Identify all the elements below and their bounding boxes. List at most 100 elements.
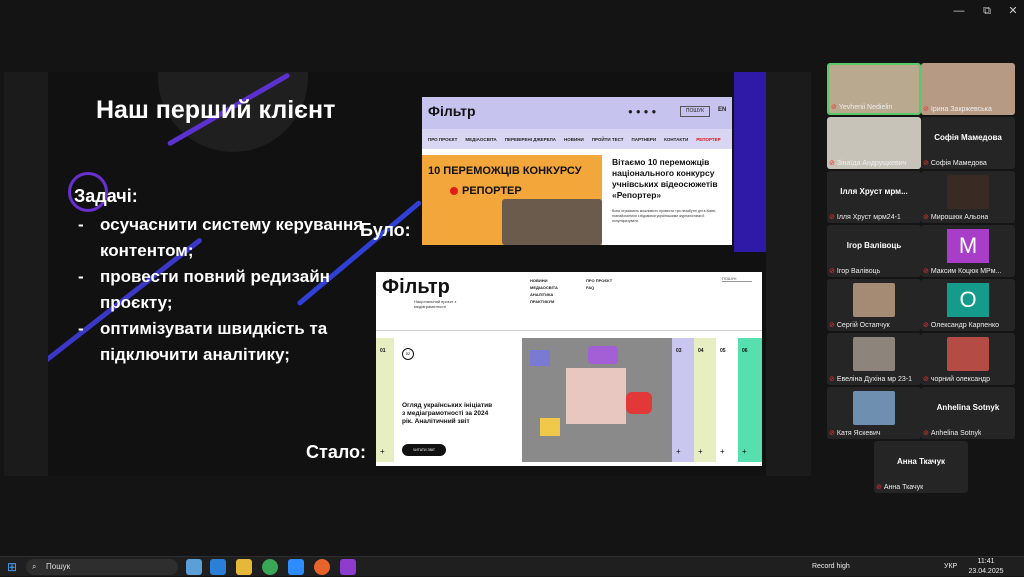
zoom-icon[interactable] <box>288 559 304 575</box>
minimize-button[interactable]: — <box>946 2 972 20</box>
old-site-screenshot: Фільтр ●●●● ПОШУК EN ПРО ПРОЄКТ МЕДІАОСВ… <box>422 97 732 245</box>
chrome-icon[interactable] <box>262 559 278 575</box>
participant-name: ⊘ Anhelina Sotnyk <box>923 430 982 437</box>
menu-item: НОВИНИ <box>530 278 548 283</box>
strip-01: 01 + <box>376 338 394 462</box>
read-report-button: ЧИТАТИ ЗВІТ <box>402 444 446 456</box>
participant-name: ⊘ Ірина Закржевська <box>923 106 992 113</box>
menu-item: FAQ <box>586 285 595 290</box>
muted-mic-icon: ⊘ <box>923 430 929 437</box>
old-site-headline: Вітаємо 10 переможців національного конк… <box>612 157 718 200</box>
menu-item: МЕДІАОСВІТА <box>530 285 558 290</box>
participant-tile[interactable]: Софія Мамедова ⊘ Софія Мамедова <box>921 117 1015 169</box>
divider <box>376 330 762 331</box>
muted-mic-icon: ⊘ <box>923 214 929 221</box>
participant-tile[interactable]: ⊘ Yevhenii Nedielin <box>827 63 921 115</box>
new-site-logo: Фільтр <box>382 276 450 298</box>
participant-tile[interactable]: ⊘ Сергій Остапчук <box>827 279 921 331</box>
task-item: - провести повний редизайн проєкту; <box>78 267 330 312</box>
participant-tile[interactable]: M ⊘ Максим Коцюк МРм... <box>921 225 1015 277</box>
task-item: - осучаснити систему керування контентом; <box>78 215 364 260</box>
app-icon[interactable] <box>340 559 356 575</box>
file-explorer-icon[interactable] <box>236 559 252 575</box>
participant-initial-avatar: M <box>947 229 989 263</box>
old-site-search: ПОШУК <box>680 106 710 117</box>
nav-item: ПЕРЕВІРЕНІ ДЖЕРЕЛА <box>504 136 556 142</box>
new-site-menu: НОВИНИ МЕДІАОСВІТА АНАЛІТИКА ПРАКТИКУМ <box>530 277 558 305</box>
participant-tile[interactable]: ⊘ Зінаїда Андрущкевич <box>827 117 921 169</box>
presentation-slide: Наш перший клієнт Задачі: - осучаснити си… <box>48 72 766 476</box>
menu-item: АНАЛІТИКА <box>530 292 554 297</box>
taskbar: ⊞ ⌕ Пошук Record high УКР 11:41 23.04.20… <box>0 556 1024 576</box>
participant-avatar <box>853 283 895 317</box>
old-site-logo: Фільтр <box>428 103 476 119</box>
participant-avatar <box>853 337 895 371</box>
participant-name: ⊘ Максим Коцюк МРм... <box>923 268 1002 275</box>
hero-illustration <box>522 338 672 462</box>
participant-tile[interactable]: O ⊘ Олександр Карпенко <box>921 279 1015 331</box>
participant-name: ⊘ Ілля Хруст мрм24-1 <box>829 214 901 221</box>
contest-banner: 10 ПЕРЕМОЖЦІВ КОНКУРСУ РЕПОРТЕР <box>422 155 602 245</box>
language-indicator[interactable]: УКР <box>944 562 957 572</box>
social-icons: ●●●● <box>628 107 660 116</box>
clock[interactable]: 11:41 23.04.2025 <box>968 557 1004 577</box>
strip-05: 05 + <box>716 338 738 462</box>
nav-item: ПРО ПРОЄКТ <box>428 136 458 142</box>
participant-tile[interactable]: ⊘ Ірина Закржевська <box>921 63 1015 115</box>
old-site-lang: EN <box>718 107 727 113</box>
nav-item: НОВИНИ <box>563 136 584 142</box>
taskbar-search[interactable]: ⌕ Пошук <box>26 559 178 575</box>
participant-name: ⊘ Зінаїда Андрущкевич <box>829 160 907 167</box>
strip-06: 06 + <box>738 338 762 462</box>
slide-title: Наш перший клієнт <box>96 96 336 124</box>
participant-name: ⊘ чорний олександр <box>923 376 991 383</box>
zoom-window: — ⧉ ✕ Наш перший клієнт Задачі: - осучасн… <box>0 0 1024 556</box>
old-site-nav: ПРО ПРОЄКТ МЕДІАОСВІТА ПЕРЕВІРЕНІ ДЖЕРЕЛ… <box>422 129 732 149</box>
participant-tile[interactable]: Anhelina Sotnyk ⊘ Anhelina Sotnyk <box>921 387 1015 439</box>
task-item: - оптимізувати швидкість та підключити ан… <box>78 319 328 364</box>
article-title: Огляд українських ініціатив з медіаграмо… <box>402 402 493 425</box>
participant-tile[interactable]: Анна Ткачук ⊘ Анна Ткачук <box>874 441 968 493</box>
participant-display-name: Софія Мамедова <box>934 133 1002 142</box>
participant-tile[interactable]: Ігор Валівоць ⊘ Ігор Валівоць <box>827 225 921 277</box>
muted-mic-icon: ⊘ <box>829 322 835 329</box>
close-button[interactable]: ✕ <box>1000 2 1024 20</box>
participant-tile[interactable]: ⊘ Катя Яскевич <box>827 387 921 439</box>
record-dot-icon <box>450 187 458 195</box>
widgets-icon[interactable] <box>186 559 202 575</box>
participant-avatar <box>947 175 989 209</box>
new-site-search: ПОШУК <box>722 276 752 282</box>
strip-04: 04 + <box>694 338 716 462</box>
menu-item: ПРО ПРОЄКТ <box>586 278 613 283</box>
participant-tile[interactable]: Ілля Хруст мрм... ⊘ Ілля Хруст мрм24-1 <box>827 171 921 223</box>
edge-icon[interactable] <box>210 559 226 575</box>
firefox-icon[interactable] <box>314 559 330 575</box>
muted-mic-icon: ⊘ <box>829 376 835 383</box>
nav-item: РЕПОРТЕР <box>696 136 721 142</box>
muted-mic-icon: ⊘ <box>923 268 929 275</box>
nav-item: МЕДІАОСВІТА <box>465 136 497 142</box>
headphones-icon <box>566 368 626 424</box>
participant-display-name: Anhelina Sotnyk <box>936 403 1000 412</box>
old-site-body: 10 ПЕРЕМОЖЦІВ КОНКУРСУ РЕПОРТЕР Вітаємо … <box>422 149 732 245</box>
participant-tile[interactable]: ⊘ Евеліна Духіна мр 23-1 <box>827 333 921 385</box>
participant-display-name: Ігор Валівоць <box>846 241 902 250</box>
menu-item: ПРАКТИКУМ <box>530 299 555 304</box>
participant-tile[interactable]: ⊘ Мирошюк Альона <box>921 171 1015 223</box>
muted-mic-icon: ⊘ <box>923 106 929 113</box>
restore-button[interactable]: ⧉ <box>974 2 1000 20</box>
tasks-title: Задачі: <box>74 186 138 206</box>
search-icon: ⌕ <box>32 562 37 571</box>
nav-item: КОНТАКТИ <box>664 136 689 142</box>
label-now: Стало: <box>306 442 367 462</box>
participant-name: ⊘ Катя Яскевич <box>829 430 881 437</box>
windows-start-icon[interactable]: ⊞ <box>4 559 20 575</box>
participant-tile[interactable]: ⊘ чорний олександр <box>921 333 1015 385</box>
tasks-list: - осучаснити систему керування контентом;… <box>78 212 368 368</box>
old-site-header: Фільтр ●●●● ПОШУК EN <box>422 97 732 129</box>
muted-mic-icon: ⊘ <box>923 376 929 383</box>
nav-item: ПАРТНЕРИ <box>631 136 657 142</box>
new-site-screenshot: Фільтр Національний проєкт з медіаграмот… <box>376 272 762 466</box>
nav-item: ПРОЙТИ ТЕСТ <box>591 136 624 142</box>
speech-icon <box>540 418 560 436</box>
